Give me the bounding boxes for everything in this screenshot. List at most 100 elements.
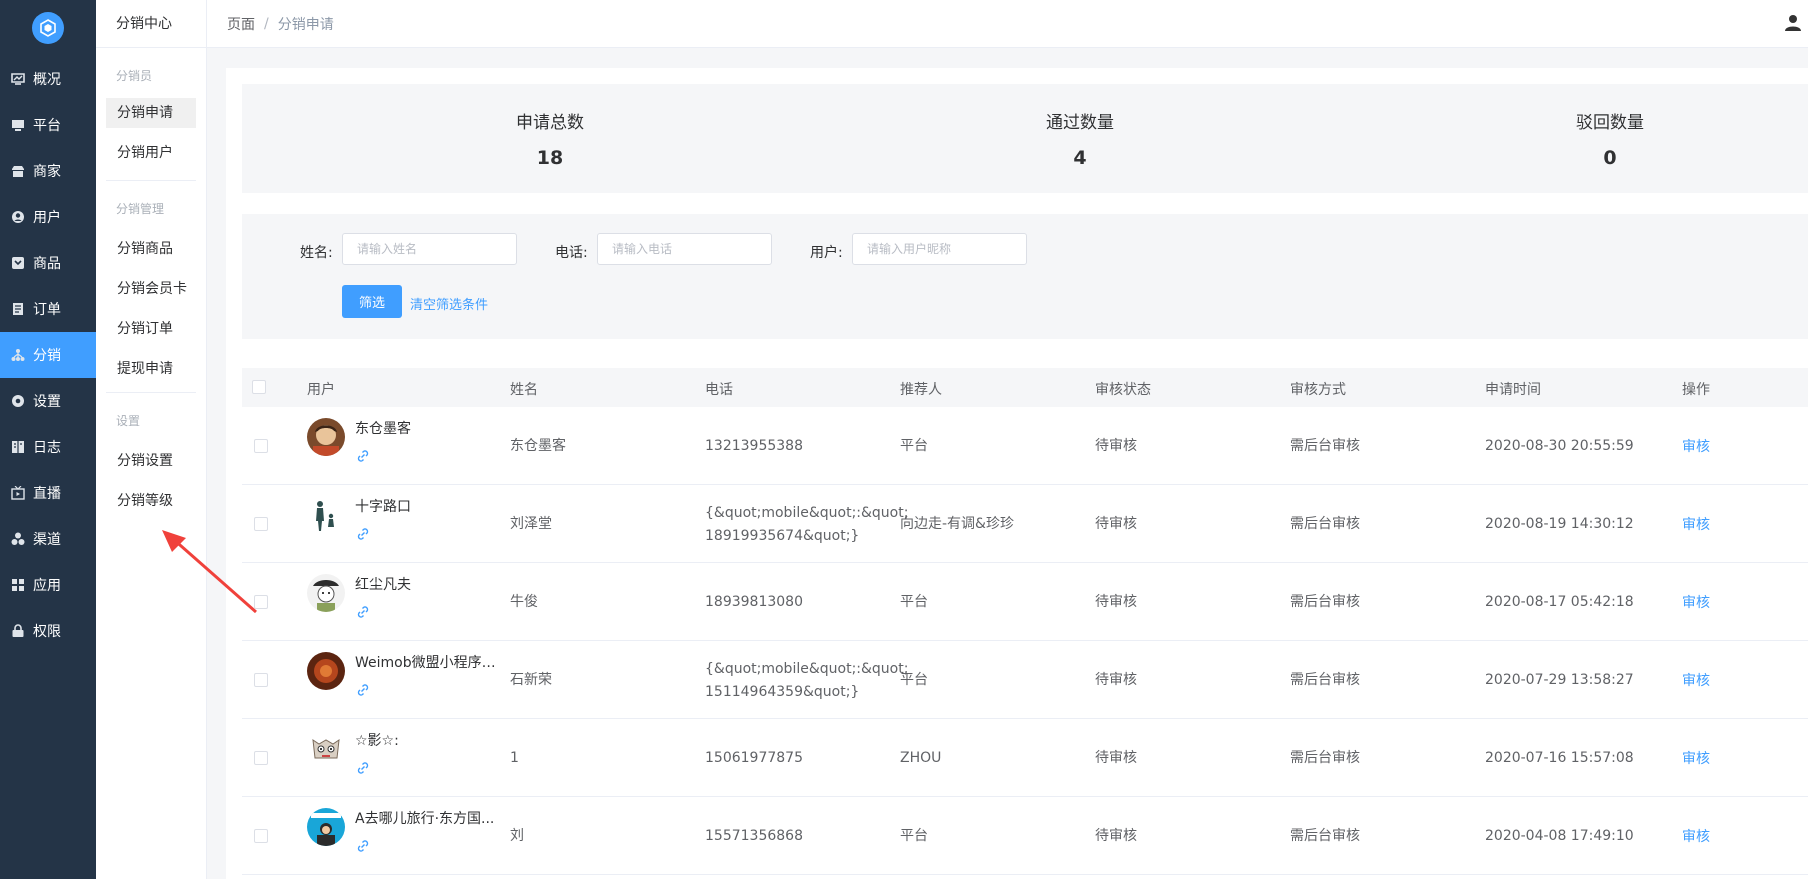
nav-item-apps[interactable]: 应用 <box>0 562 96 608</box>
review-method: 需后台审核 <box>1290 594 1360 610</box>
applicant-name: 石新荣 <box>510 672 552 688</box>
nav-item-store[interactable]: 商家 <box>0 148 96 194</box>
row-checkbox[interactable] <box>254 829 268 843</box>
nav-item-user[interactable]: 用户 <box>0 194 96 240</box>
review-status: 待审核 <box>1095 672 1137 688</box>
review-button[interactable]: 审核 <box>1682 514 1710 534</box>
row-checkbox[interactable] <box>254 439 268 453</box>
nav-item-order[interactable]: 订单 <box>0 286 96 332</box>
link-icon[interactable] <box>356 839 370 853</box>
apply-time: 2020-04-08 17:49:10 <box>1485 828 1634 844</box>
row-checkbox[interactable] <box>254 517 268 531</box>
nav-item-label: 渠道 <box>33 532 61 548</box>
subnav-item-distribution-orders[interactable]: 分销订单 <box>106 314 196 344</box>
referrer: ZHOU <box>900 750 942 766</box>
referrer: 平台 <box>900 438 928 454</box>
link-icon[interactable] <box>356 527 370 541</box>
review-button[interactable]: 审核 <box>1682 670 1710 690</box>
link-icon[interactable] <box>356 761 370 775</box>
applicant-name: 刘泽堂 <box>510 516 552 532</box>
filter-form: 姓名: 电话: 用户: 筛选 清空筛选条件 <box>242 214 1808 339</box>
applicant-name: 刘 <box>510 828 524 844</box>
review-button[interactable]: 审核 <box>1682 592 1710 612</box>
link-icon[interactable] <box>356 683 370 697</box>
phone: 15571356868 <box>705 825 880 848</box>
nav-item-channel[interactable]: 渠道 <box>0 516 96 562</box>
phone-input[interactable] <box>597 233 772 265</box>
subnav-group-settings: 设置 <box>116 414 141 428</box>
select-all-checkbox[interactable] <box>252 380 266 394</box>
row-checkbox[interactable] <box>254 595 268 609</box>
subnav-item-distribution-card[interactable]: 分销会员卡 <box>106 274 196 304</box>
phone-line: {&quot;mobile&quot;:&quot; <box>705 661 909 677</box>
phone: {&quot;mobile&quot;:&quot; 18919935674&qu… <box>705 502 908 548</box>
row-checkbox[interactable] <box>254 673 268 687</box>
subnav-item-distribution-users[interactable]: 分销用户 <box>106 138 196 168</box>
nav-item-label: 直播 <box>33 486 61 502</box>
link-icon[interactable] <box>356 449 370 463</box>
nav-item-gear[interactable]: 设置 <box>0 378 96 424</box>
subnav-item-distribution-level[interactable]: 分销等级 <box>106 486 196 516</box>
nav-item-dashboard[interactable]: 概况 <box>0 56 96 102</box>
phone: 18939813080 <box>705 591 880 614</box>
logo[interactable] <box>0 0 96 56</box>
nav-item-live[interactable]: 直播 <box>0 470 96 516</box>
referrer: 平台 <box>900 672 928 688</box>
applications-table: 用户 姓名 电话 推荐人 审核状态 审核方式 申请时间 操作 东仓墨客 东仓墨客 1… <box>242 368 1808 875</box>
subnav-group-distributor: 分销员 <box>116 69 153 83</box>
phone-line: 13213955388 <box>705 438 803 454</box>
subnav-item-distribution-apply[interactable]: 分销申请 <box>106 98 196 128</box>
stat-total: 申请总数 18 <box>450 108 650 169</box>
link-icon[interactable] <box>356 605 370 619</box>
nav-item-log[interactable]: 日志 <box>0 424 96 470</box>
gear-icon <box>11 394 25 408</box>
name-input[interactable] <box>342 233 517 265</box>
distribution-icon <box>11 348 25 362</box>
subnav-item-distribution-goods[interactable]: 分销商品 <box>106 234 196 264</box>
phone-line: 18919935674&quot;} <box>705 528 860 544</box>
nav-item-goods[interactable]: 商品 <box>0 240 96 286</box>
column-header: 姓名 <box>510 382 538 398</box>
row-checkbox[interactable] <box>254 751 268 765</box>
breadcrumb-root[interactable]: 页面 <box>227 14 255 34</box>
applicant-name: 1 <box>510 750 519 766</box>
stat-approved-label: 通过数量 <box>1046 113 1114 133</box>
referrer: 平台 <box>900 594 928 610</box>
nav-item-label: 商品 <box>33 256 61 272</box>
clear-filter-link[interactable]: 清空筛选条件 <box>410 294 488 313</box>
nav-item-distribution[interactable]: 分销 <box>0 332 96 378</box>
account-icon[interactable] <box>1784 14 1802 32</box>
apply-time: 2020-08-17 05:42:18 <box>1485 594 1634 610</box>
subnav-item-distribution-settings[interactable]: 分销设置 <box>106 446 196 476</box>
review-method: 需后台审核 <box>1290 750 1360 766</box>
stats-bar: 申请总数 18 通过数量 4 驳回数量 0 <box>242 84 1808 193</box>
content-panel: 申请总数 18 通过数量 4 驳回数量 0 姓名: 电话: 用户: 筛选 清空筛… <box>226 68 1808 879</box>
phone-label: 电话: <box>555 245 588 261</box>
phone-line: 15571356868 <box>705 828 803 844</box>
table-row: ☆影☆: 1 15061977875 ZHOU 待审核 需后台审核 2020-07-16 1… <box>242 719 1808 797</box>
review-button[interactable]: 审核 <box>1682 436 1710 456</box>
phone-line: 15114964359&quot;} <box>705 684 860 700</box>
review-button[interactable]: 审核 <box>1682 748 1710 768</box>
nav-item-monitor[interactable]: 平台 <box>0 102 96 148</box>
review-button[interactable]: 审核 <box>1682 826 1710 846</box>
nav-item-label: 平台 <box>33 118 61 134</box>
nav-item-label: 应用 <box>33 578 61 594</box>
stat-rejected: 驳回数量 0 <box>1510 108 1710 169</box>
phone-line: 15061977875 <box>705 750 803 766</box>
table-row: 东仓墨客 东仓墨客 13213955388 平台 待审核 需后台审核 2020-08-30 … <box>242 407 1808 485</box>
log-icon <box>11 440 25 454</box>
table-row: Weimob微盟小程序石... 石新荣 {&quot;mobile&quot;:&q… <box>242 641 1808 719</box>
name-label: 姓名: <box>300 245 333 261</box>
subnav-item-withdraw[interactable]: 提现申请 <box>106 354 196 384</box>
nav-item-label: 商家 <box>33 164 61 180</box>
phone-line: 18939813080 <box>705 594 803 610</box>
referrer: 平台 <box>900 828 928 844</box>
monitor-icon <box>11 118 25 132</box>
user-nickname-input[interactable] <box>852 233 1027 265</box>
dashboard-icon <box>11 72 25 86</box>
filter-button[interactable]: 筛选 <box>342 285 402 318</box>
apply-time: 2020-08-19 14:30:12 <box>1485 516 1634 532</box>
review-method: 需后台审核 <box>1290 516 1360 532</box>
nav-item-lock[interactable]: 权限 <box>0 608 96 654</box>
